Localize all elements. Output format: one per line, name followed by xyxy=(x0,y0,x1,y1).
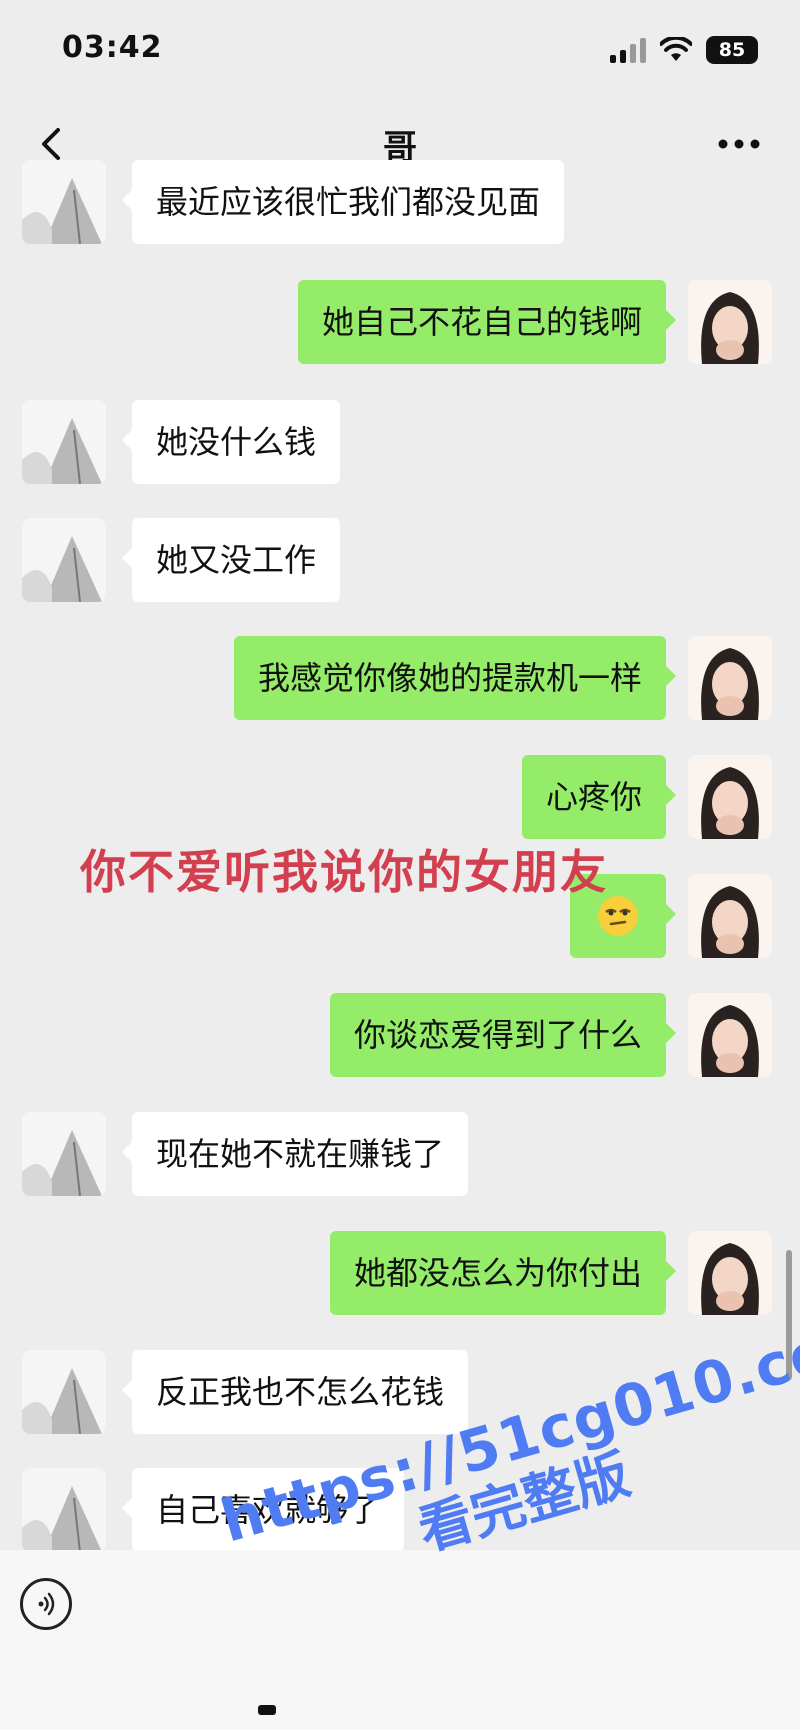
user-avatar[interactable] xyxy=(688,874,772,958)
message-row: 她都没怎么为你付出 xyxy=(0,1231,800,1315)
contact-avatar[interactable] xyxy=(22,1350,106,1434)
message-row: 最近应该很忙我们都没见面 xyxy=(0,160,800,244)
user-avatar[interactable] xyxy=(688,280,772,364)
home-indicator xyxy=(258,1705,276,1715)
message-row: 她又没工作 xyxy=(0,518,800,602)
status-icons: 85 xyxy=(610,34,758,66)
input-bar xyxy=(0,1550,800,1730)
cellular-signal-icon xyxy=(610,37,646,63)
message-row: 我感觉你像她的提款机一样 xyxy=(0,636,800,720)
message-bubble[interactable]: 你谈恋爱得到了什么 xyxy=(329,993,677,1077)
message-row: 她没什么钱 xyxy=(0,400,800,484)
contact-avatar[interactable] xyxy=(22,1112,106,1196)
battery-icon: 85 xyxy=(706,36,758,64)
user-avatar[interactable] xyxy=(688,993,772,1077)
status-time: 03:42 xyxy=(62,30,163,65)
message-bubble[interactable]: 她又没工作 xyxy=(121,518,341,602)
message-bubble[interactable]: 最近应该很忙我们都没见面 xyxy=(121,160,565,244)
message-bubble[interactable]: 现在她不就在赚钱了 xyxy=(121,1112,469,1196)
contact-avatar[interactable] xyxy=(22,160,106,244)
status-bar: 03:42 85 xyxy=(0,0,800,100)
message-row: 你谈恋爱得到了什么 xyxy=(0,993,800,1077)
message-bubble[interactable]: 她没什么钱 xyxy=(121,400,341,484)
voice-icon xyxy=(38,1592,55,1616)
contact-avatar[interactable] xyxy=(22,400,106,484)
message-bubble[interactable]: 我感觉你像她的提款机一样 xyxy=(233,636,677,720)
message-row: 现在她不就在赚钱了 xyxy=(0,1112,800,1196)
user-avatar[interactable] xyxy=(688,755,772,839)
message-bubble[interactable]: 反正我也不怎么花钱 xyxy=(121,1350,469,1434)
wifi-icon xyxy=(660,37,692,61)
contact-avatar[interactable] xyxy=(22,518,106,602)
message-bubble[interactable]: 心疼你 xyxy=(521,755,677,839)
overlay-caption: 你不爱听我说你的女朋友 xyxy=(80,845,608,899)
user-avatar[interactable] xyxy=(688,636,772,720)
contact-avatar[interactable] xyxy=(22,1468,106,1550)
user-avatar[interactable] xyxy=(688,1231,772,1315)
message-row: 心疼你 xyxy=(0,755,800,839)
message-bubble[interactable]: 她都没怎么为你付出 xyxy=(329,1231,677,1315)
message-bubble[interactable]: 她自己不花自己的钱啊 xyxy=(297,280,677,364)
message-row: 她自己不花自己的钱啊 xyxy=(0,280,800,364)
voice-input-button[interactable] xyxy=(20,1578,72,1630)
